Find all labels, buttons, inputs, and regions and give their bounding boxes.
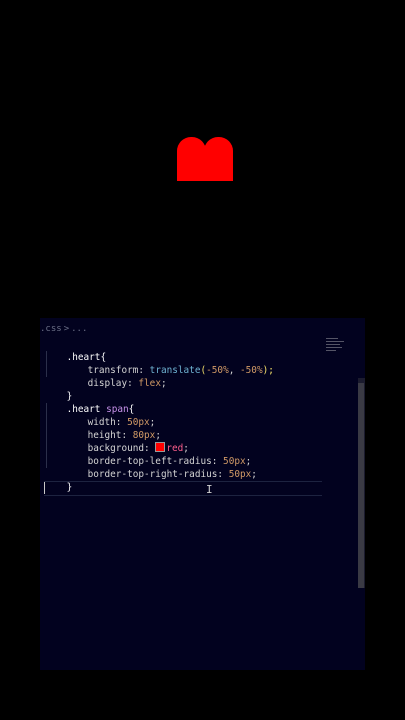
text-cursor-icon: I	[206, 483, 213, 496]
vertical-scrollbar-thumb[interactable]	[358, 383, 364, 588]
code-line[interactable]: .heart span{	[44, 390, 135, 415]
code-line[interactable]: height: 80px;	[65, 416, 161, 441]
heart-left-half	[177, 137, 206, 181]
code-line[interactable]: .heart{	[44, 338, 107, 363]
code-line[interactable]: transform: translate(-50%, -50%);	[65, 351, 274, 376]
render-preview	[0, 0, 405, 318]
value-text: 50px	[228, 469, 252, 480]
comma-text: ,	[228, 365, 241, 376]
code-line[interactable]: background: red;	[65, 429, 189, 454]
minimap[interactable]	[326, 338, 346, 358]
semicolon-text: ;	[160, 378, 167, 389]
property-text: border-top-right-radius:	[87, 469, 229, 480]
current-line-highlight[interactable]	[44, 481, 322, 496]
code-line[interactable]: width: 50px;	[65, 403, 156, 428]
semicolon-text: ;	[251, 469, 257, 480]
code-line[interactable]: }	[44, 468, 73, 493]
bottom-area	[0, 670, 405, 720]
breadcrumb[interactable]: .css >...	[40, 324, 87, 334]
text-caret	[44, 482, 45, 494]
breadcrumb-file[interactable]: .css	[40, 324, 62, 334]
property-text: display:	[87, 378, 139, 389]
breadcrumb-rest[interactable]: ...	[71, 324, 87, 334]
value-text: flex	[138, 378, 161, 389]
code-line[interactable]: }	[44, 377, 73, 402]
code-line[interactable]: border-top-left-radius: 50px;	[65, 442, 252, 467]
code-line[interactable]: border-top-right-radius: 50px;	[65, 455, 257, 480]
value-text: -50%	[206, 365, 229, 376]
code-editor[interactable]: .css >... .heart{ transform: translate(-5…	[40, 318, 365, 670]
value-text: -50%	[240, 365, 263, 376]
breadcrumb-separator: >	[63, 324, 70, 334]
paren-text: );	[262, 365, 274, 376]
code-line[interactable]: display: flex;	[65, 364, 167, 389]
heart-right-half	[204, 137, 233, 181]
